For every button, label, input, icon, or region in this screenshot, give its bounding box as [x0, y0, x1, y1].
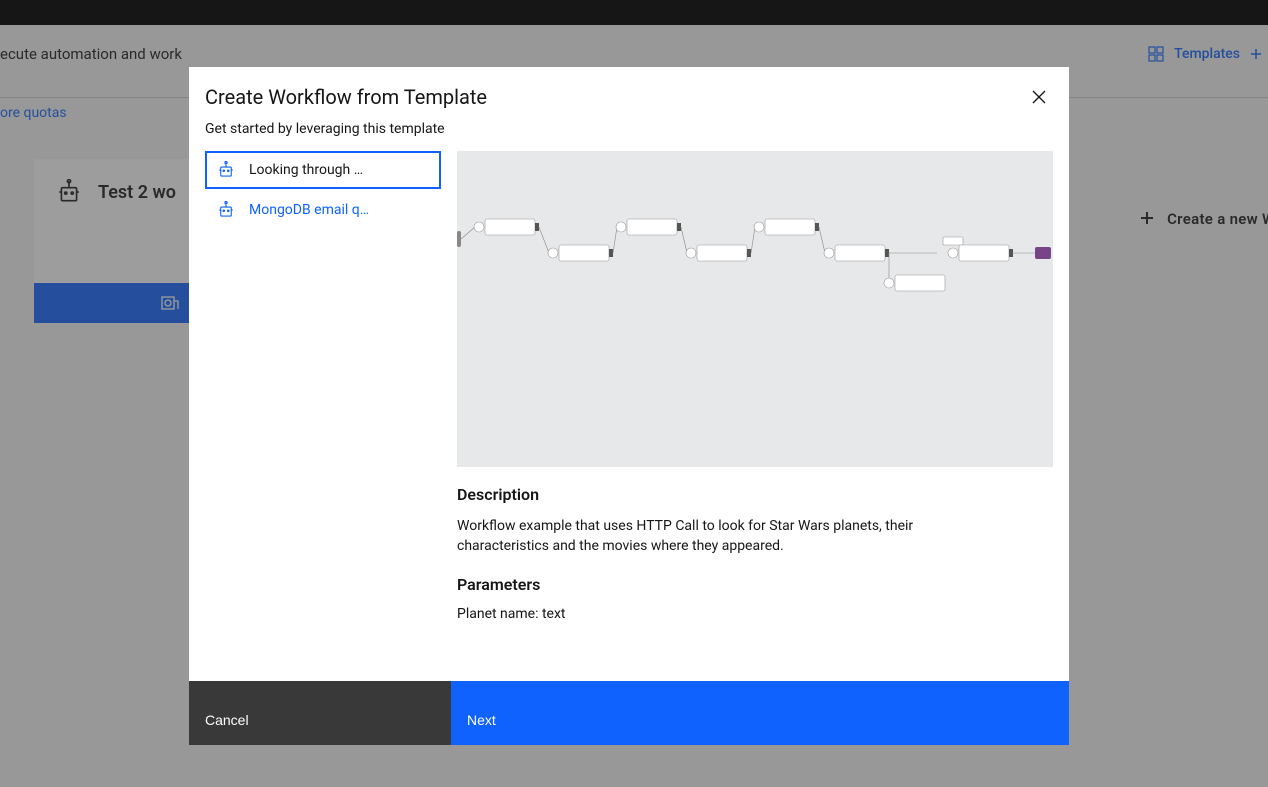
modal-subtitle: Get started by leveraging this template	[205, 121, 1053, 137]
workflow-preview	[457, 151, 1053, 467]
template-item-mongodb-email[interactable]: MongoDB email q…	[205, 191, 441, 229]
close-button[interactable]	[1023, 81, 1055, 113]
next-button[interactable]: Next	[451, 681, 1069, 745]
template-detail: Description Workflow example that uses H…	[457, 151, 1053, 657]
modal-body: Looking through … MongoDB email q…	[189, 151, 1069, 681]
template-list: Looking through … MongoDB email q…	[205, 151, 441, 657]
parameters-heading: Parameters	[457, 575, 1053, 594]
modal-footer: Cancel Next	[189, 681, 1069, 745]
template-item-label: Looking through …	[249, 162, 363, 178]
close-icon	[1031, 89, 1047, 105]
robot-icon	[217, 201, 235, 219]
app-top-bar	[0, 0, 1268, 25]
template-item-looking-through[interactable]: Looking through …	[205, 151, 441, 189]
robot-icon	[217, 161, 235, 179]
description-text: Workflow example that uses HTTP Call to …	[457, 516, 957, 557]
modal-overlay[interactable]: Create Workflow from Template Get starte…	[0, 25, 1268, 787]
modal-header: Create Workflow from Template Get starte…	[189, 67, 1069, 151]
description-heading: Description	[457, 485, 1053, 504]
modal-title: Create Workflow from Template	[205, 85, 1053, 109]
parameters-text: Planet name: text	[457, 606, 1053, 622]
cancel-button[interactable]: Cancel	[189, 681, 451, 745]
template-item-label: MongoDB email q…	[249, 202, 369, 218]
create-workflow-modal: Create Workflow from Template Get starte…	[189, 67, 1069, 745]
workflow-diagram	[457, 213, 1053, 303]
